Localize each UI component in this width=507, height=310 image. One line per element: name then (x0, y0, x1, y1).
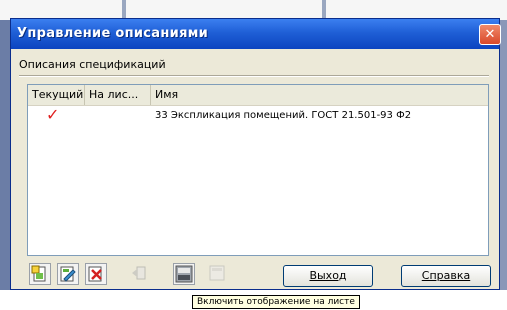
help-button[interactable]: Справка (401, 265, 491, 287)
title-bar[interactable]: Управление описаниями ✕ (11, 19, 501, 49)
group-divider (19, 75, 489, 77)
desktop-background-top (0, 0, 507, 20)
column-current[interactable]: Текущий (28, 85, 85, 105)
desktop-background-right (500, 20, 507, 290)
current-check-icon: ✓ (46, 105, 60, 124)
exit-button[interactable]: Выход (283, 265, 373, 287)
delete-description-icon[interactable] (85, 263, 107, 285)
window-title: Управление описаниями (17, 26, 209, 41)
manage-descriptions-dialog: Управление описаниями ✕ Описания специфи… (10, 18, 501, 290)
column-name[interactable]: Имя (151, 85, 488, 105)
desktop-background-left (0, 20, 10, 290)
show-on-sheet-icon[interactable] (173, 263, 195, 285)
tooltip: Включить отображение на листе (192, 295, 360, 309)
close-button[interactable]: ✕ (479, 24, 501, 45)
disabled-action-icon[interactable] (129, 263, 151, 285)
disabled-display-icon[interactable] (207, 263, 229, 285)
add-description-icon[interactable] (29, 263, 51, 285)
description-name: 33 Экспликация помещений. ГОСТ 21.501-93… (155, 110, 412, 121)
column-on-sheet[interactable]: На лис... (85, 85, 151, 105)
list-item[interactable]: ✓ 33 Экспликация помещений. ГОСТ 21.501-… (28, 106, 488, 126)
descriptions-list[interactable]: Текущий На лис... Имя ✓ 33 Экспликация п… (27, 84, 489, 256)
edit-description-icon[interactable] (57, 263, 79, 285)
background-marker (122, 0, 126, 18)
background-marker (322, 0, 326, 18)
group-label: Описания спецификаций (19, 58, 166, 71)
close-icon: ✕ (484, 27, 496, 42)
list-header: Текущий На лис... Имя (28, 85, 488, 106)
